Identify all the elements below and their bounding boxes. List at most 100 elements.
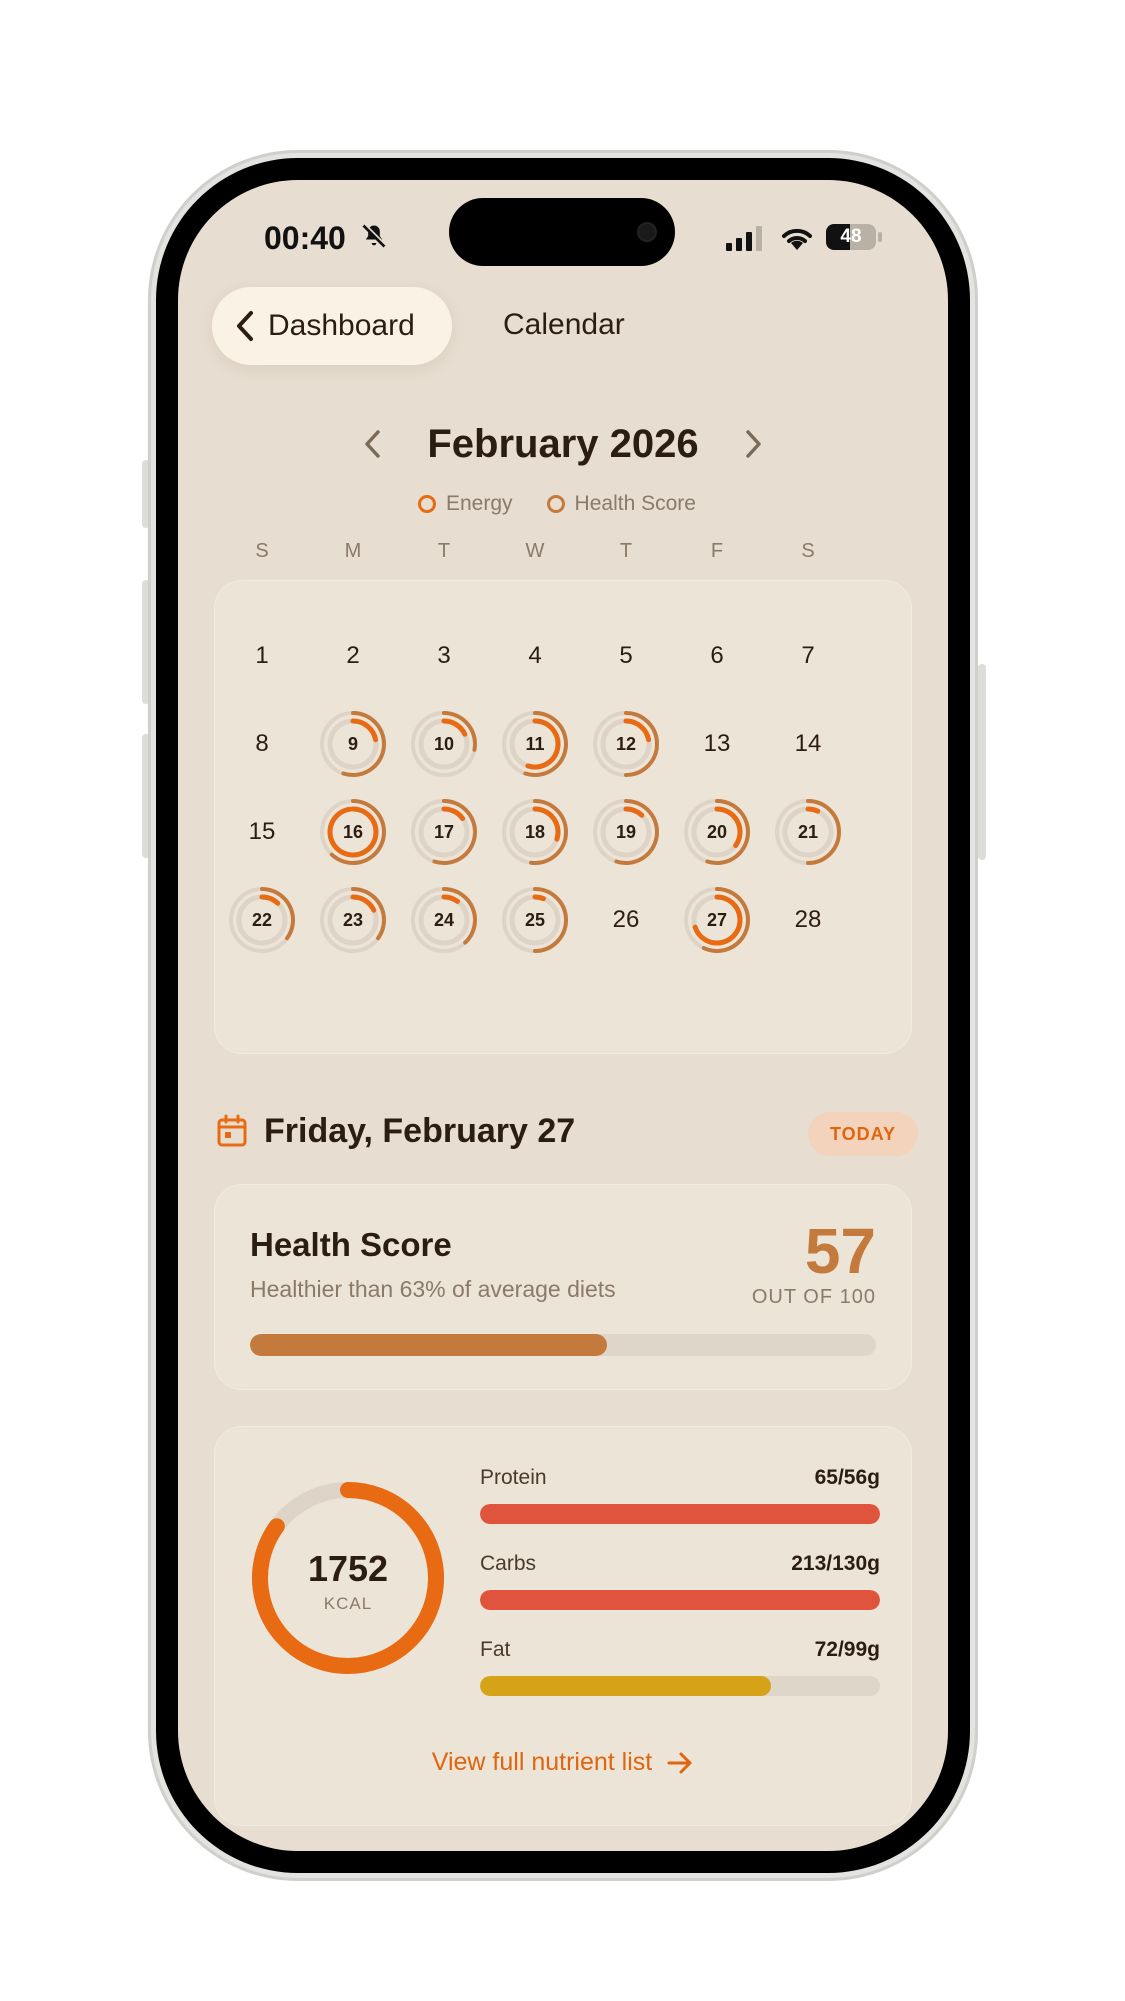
health-score-value: 57: [804, 1215, 876, 1287]
battery-level: 48: [840, 226, 862, 247]
calendar-day-number: 17: [433, 821, 455, 842]
macro-value: 65/56g: [814, 1466, 880, 1489]
calendar-day[interactable]: 28: [773, 885, 843, 955]
health-score-card: Health Score Healthier than 63% of avera…: [214, 1184, 912, 1390]
back-label: Dashboard: [268, 309, 415, 342]
calendar-day-number: 4: [528, 642, 542, 669]
calendar-grid-card: 1 2 3 4 5 6 7 8 9 10 11 12 13 14 15 16 17 18 19 20 21 22 23 24 2…: [214, 580, 912, 1054]
calendar-day[interactable]: 1: [227, 621, 297, 691]
kcal-value: 1752: [307, 1548, 389, 1589]
calendar-day-number: 3: [437, 642, 451, 669]
weekday-label: T: [437, 540, 451, 562]
calendar-day-number: 23: [342, 909, 364, 930]
calendar-day[interactable]: 22: [227, 885, 297, 955]
calendar-day[interactable]: 4: [500, 621, 570, 691]
energy-legend-dot: [418, 495, 436, 513]
health-score-title: Health Score: [250, 1226, 452, 1263]
calendar-day[interactable]: 18: [500, 797, 570, 867]
macro-list: Protein 65/56g Carbs 213/130g Fat 72/99g: [480, 1466, 880, 1726]
wifi-icon: [782, 228, 812, 250]
battery-icon: 48: [826, 224, 876, 250]
nutrition-card: 1752 KCAL Protein 65/56g Carbs 213/130g Fat 7…: [214, 1426, 912, 1826]
calendar-day[interactable]: 16: [318, 797, 388, 867]
macro-bar-track: [480, 1504, 880, 1524]
health-score-legend-dot: [546, 495, 565, 513]
calendar-day[interactable]: 19: [591, 797, 661, 867]
calendar-day[interactable]: 15: [227, 797, 297, 867]
calendar-day[interactable]: 12: [591, 709, 661, 779]
calendar-day-number: 15: [248, 818, 276, 845]
macro-label: Fat: [480, 1638, 511, 1661]
calendar-day[interactable]: 24: [409, 885, 479, 955]
calendar-day[interactable]: 27: [682, 885, 752, 955]
calendar-day[interactable]: 20: [682, 797, 752, 867]
dynamic-island: [449, 198, 675, 266]
macro-bar-track: [480, 1590, 880, 1610]
energy-ring-arc: [441, 806, 466, 821]
calendar-legend: Energy Health Score: [418, 492, 696, 516]
calendar-day[interactable]: 23: [318, 885, 388, 955]
calendar-day-number: 24: [433, 909, 455, 930]
calendar-day[interactable]: 10: [409, 709, 479, 779]
calendar-day-number: 6: [710, 642, 724, 669]
selected-date-title: Friday, February 27: [264, 1112, 576, 1150]
calendar-day-number: 21: [797, 821, 819, 842]
kcal-unit: KCAL: [323, 1594, 373, 1613]
weekday-label: F: [710, 540, 724, 562]
calendar-day-number: 20: [706, 821, 728, 842]
calendar-day-number: 28: [794, 906, 822, 933]
macro-value: 213/130g: [791, 1552, 880, 1575]
macro-value: 72/99g: [814, 1638, 880, 1661]
view-full-nutrient-list-link[interactable]: View full nutrient list: [214, 1748, 912, 1777]
calendar-day-number: 5: [619, 642, 633, 669]
macro-bar-track: [480, 1676, 880, 1696]
weekday-label: S: [255, 540, 269, 562]
calendar-day-number: 8: [255, 730, 269, 757]
calendar-day-number: 27: [706, 909, 728, 930]
calendar-day-number: 22: [251, 909, 273, 930]
calendar-day-number: 13: [703, 730, 731, 757]
next-month-button[interactable]: [738, 426, 768, 462]
calendar-day[interactable]: 3: [409, 621, 479, 691]
macro-label: Protein: [480, 1466, 547, 1489]
macro-label: Carbs: [480, 1552, 537, 1575]
health-score-bar-fill: [250, 1334, 607, 1356]
calendar-day[interactable]: 7: [773, 621, 843, 691]
calendar-day[interactable]: 6: [682, 621, 752, 691]
calendar-day[interactable]: 13: [682, 709, 752, 779]
calendar-day[interactable]: 14: [773, 709, 843, 779]
health-score-subtitle: Healthier than 63% of average diets: [250, 1276, 616, 1302]
view-full-nutrient-list-label: View full nutrient list: [431, 1748, 653, 1776]
calendar-grid: 1 2 3 4 5 6 7 8 9 10 11 12 13 14 15 16 17 18 19 20 21 22 23 24 2…: [214, 580, 912, 1054]
calendar-day-number: 12: [615, 733, 637, 754]
calendar-day-number: 7: [801, 642, 815, 669]
calendar-day[interactable]: 11: [500, 709, 570, 779]
calendar-day[interactable]: 17: [409, 797, 479, 867]
bell-slash-icon: [362, 223, 387, 248]
calendar-day[interactable]: 9: [318, 709, 388, 779]
weekday-header: SMTWTFS: [178, 540, 948, 570]
calendar-day-number: 11: [525, 733, 545, 754]
calendar-day[interactable]: 25: [500, 885, 570, 955]
health-score-out-of: OUT OF 100: [751, 1286, 876, 1308]
cellular-signal-icon: [726, 226, 762, 251]
calendar-day-number: 19: [615, 821, 637, 842]
front-camera: [637, 222, 657, 242]
calendar-day-number: 18: [524, 821, 546, 842]
calendar-day[interactable]: 5: [591, 621, 661, 691]
calendar-day[interactable]: 2: [318, 621, 388, 691]
phone-screen: 00:40 48 Dashboard Calendar February 202…: [178, 180, 948, 1851]
macro-bar-fill: [480, 1676, 771, 1696]
today-badge: TODAY: [808, 1112, 918, 1156]
calendar-day-number: 26: [612, 906, 640, 933]
energy-ring-arc: [623, 806, 645, 818]
calendar-day-number: 9: [347, 733, 358, 754]
calendar-day[interactable]: 8: [227, 709, 297, 779]
back-to-dashboard-button[interactable]: Dashboard: [212, 287, 452, 365]
chevron-left-icon: [237, 311, 253, 341]
legend-label-health-score: Health Score: [574, 492, 696, 515]
health-score-bar-track: [250, 1334, 876, 1356]
calendar-day-number: 1: [255, 642, 269, 669]
calendar-day[interactable]: 26: [591, 885, 661, 955]
calendar-day[interactable]: 21: [773, 797, 843, 867]
